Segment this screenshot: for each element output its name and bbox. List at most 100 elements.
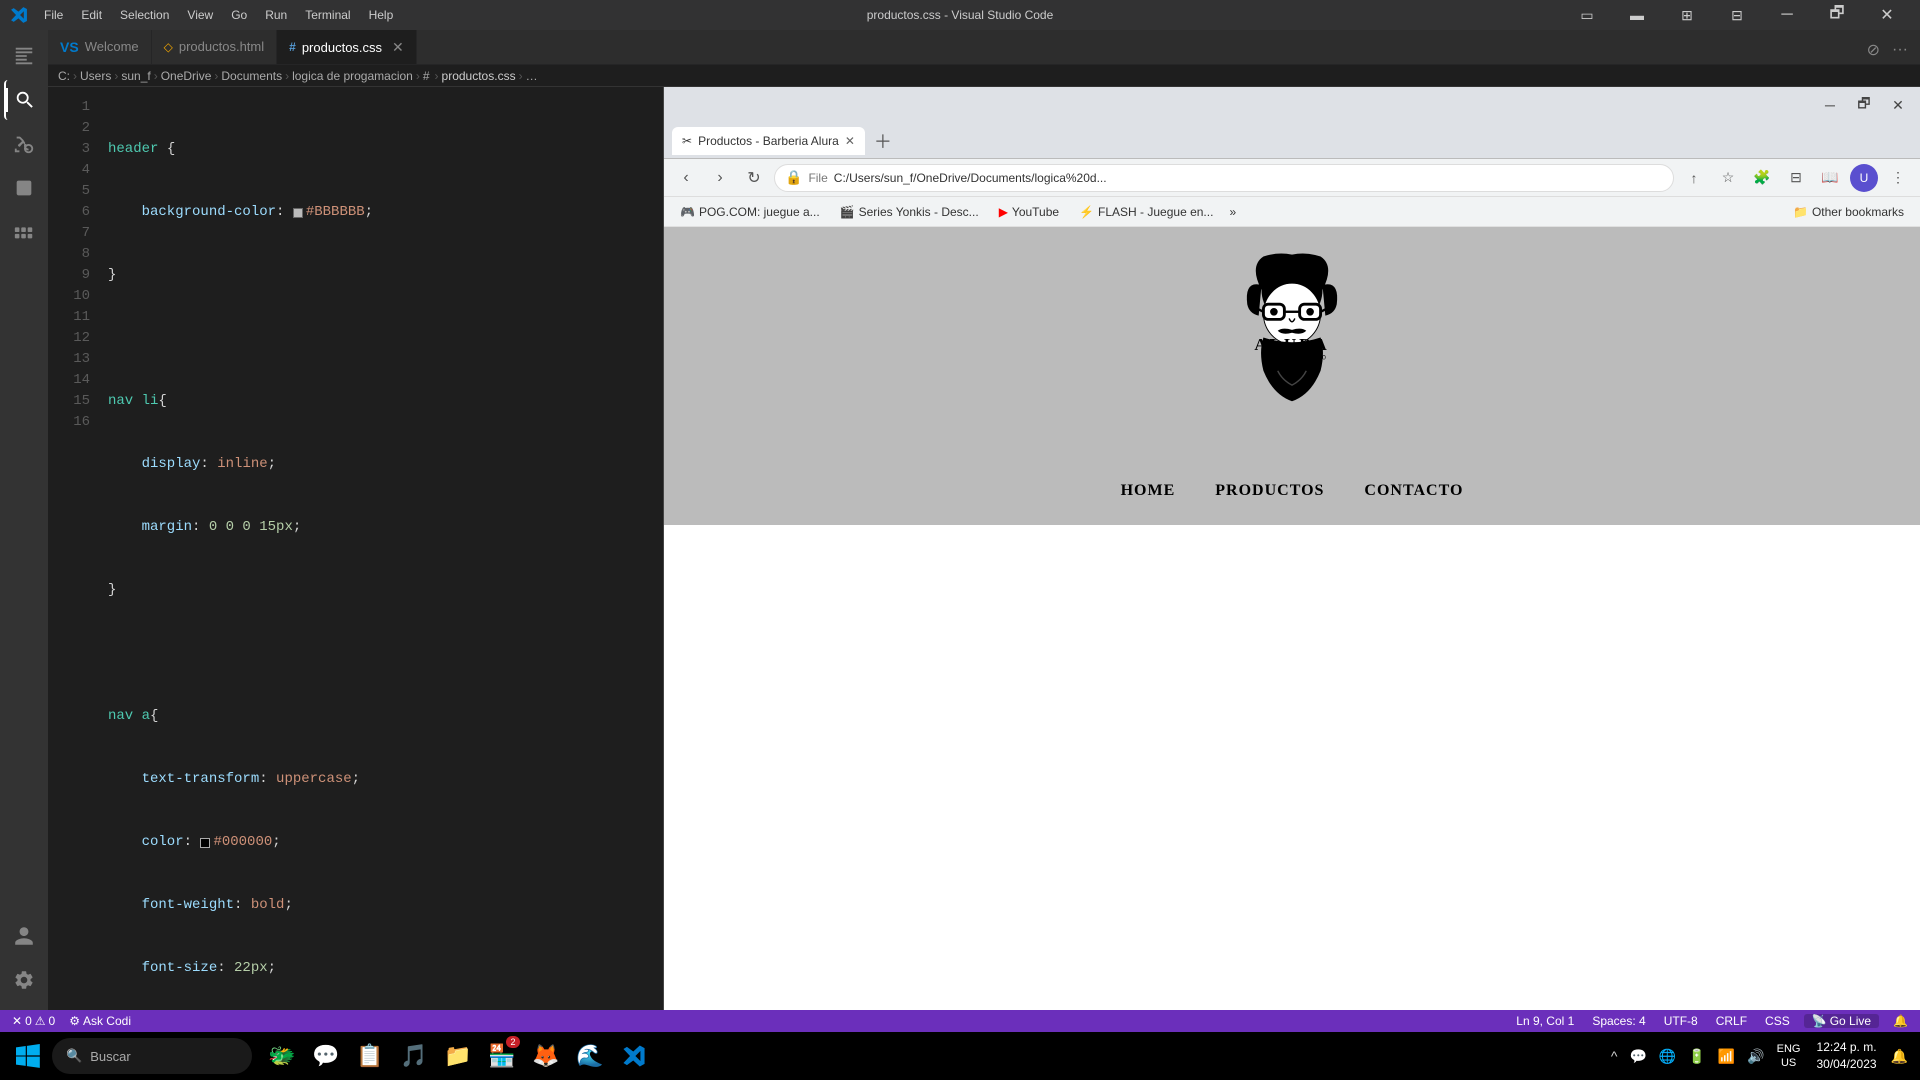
- menu-selection[interactable]: Selection: [112, 5, 177, 25]
- taskbar-files[interactable]: 📁: [436, 1034, 480, 1078]
- menu-go[interactable]: Go: [223, 5, 255, 25]
- layout4-button[interactable]: ⊟: [1714, 0, 1760, 30]
- tray-chat-icon[interactable]: 💬: [1625, 1044, 1650, 1069]
- bookmark-youtube-label: YouTube: [1012, 205, 1059, 219]
- browser-back-button[interactable]: ‹: [672, 164, 700, 192]
- bookmark-yonkis-favicon: 🎬: [840, 205, 855, 219]
- taskbar-store[interactable]: 🏪 2: [480, 1034, 524, 1078]
- bookmark-other-folder[interactable]: 📁 Other bookmarks: [1785, 203, 1912, 221]
- menu-help[interactable]: Help: [361, 5, 402, 25]
- browser-refresh-button[interactable]: ↻: [740, 164, 768, 192]
- taskbar-vscode[interactable]: [612, 1034, 656, 1078]
- browser-maximize-button[interactable]: 🗗: [1850, 94, 1878, 116]
- start-button[interactable]: [8, 1036, 48, 1076]
- activity-scm[interactable]: [4, 124, 44, 164]
- taskbar-firefox[interactable]: 🦊: [524, 1034, 568, 1078]
- menu-view[interactable]: View: [179, 5, 221, 25]
- browser-forward-button[interactable]: ›: [706, 164, 734, 192]
- browser-menu-button[interactable]: ⋮: [1884, 164, 1912, 192]
- bookmark-flash-label: FLASH - Juegue en...: [1098, 205, 1213, 219]
- bookmark-more-button[interactable]: »: [1225, 203, 1240, 221]
- activity-bar: [0, 30, 48, 1010]
- status-encoding[interactable]: UTF-8: [1660, 1014, 1702, 1028]
- tray-battery-icon[interactable]: 🔋: [1684, 1044, 1709, 1069]
- clock[interactable]: 12:24 p. m. 30/04/2023: [1809, 1039, 1885, 1073]
- status-errors[interactable]: ✕ 0 ⚠ 0: [8, 1014, 59, 1028]
- taskbar-media[interactable]: 🎵: [392, 1034, 436, 1078]
- layout3-button[interactable]: ⊞: [1664, 0, 1710, 30]
- activity-search[interactable]: [4, 80, 44, 120]
- taskbar-search[interactable]: 🔍 Buscar: [52, 1038, 252, 1074]
- tray-wifi-icon[interactable]: 📶: [1714, 1044, 1739, 1069]
- barber-logo: ALURA ESTD 2020: [1227, 247, 1357, 452]
- bookmark-yonkis[interactable]: 🎬 Series Yonkis - Desc...: [832, 203, 987, 221]
- browser-profile-avatar[interactable]: U: [1850, 164, 1878, 192]
- browser-new-tab-button[interactable]: ＋: [869, 127, 897, 155]
- menu-run[interactable]: Run: [257, 5, 295, 25]
- browser-reading-button[interactable]: 📖: [1816, 164, 1844, 192]
- tray-network-icon[interactable]: 🌐: [1655, 1044, 1680, 1069]
- more-actions-button[interactable]: ···: [1888, 37, 1912, 63]
- status-line-ending[interactable]: CRLF: [1712, 1014, 1751, 1028]
- status-language[interactable]: CSS: [1761, 1014, 1794, 1028]
- code-editor[interactable]: 1234 5678 9101112 13141516 header { back…: [48, 87, 663, 1010]
- restore-button[interactable]: 🗗: [1814, 0, 1860, 30]
- minimize-button[interactable]: ─: [1764, 0, 1810, 30]
- activity-debug[interactable]: [4, 168, 44, 208]
- browser-tab-productos[interactable]: ✂ Productos - Barberia Alura ✕: [672, 127, 865, 155]
- code-content[interactable]: header { background-color: #BBBBBB; } na…: [98, 87, 663, 1010]
- activity-extensions[interactable]: [4, 212, 44, 252]
- browser-tab-close-icon[interactable]: ✕: [845, 134, 855, 148]
- taskbar-edge[interactable]: 🌊: [568, 1034, 612, 1078]
- file-explorer-icon: 🐲: [268, 1043, 295, 1069]
- status-position[interactable]: Ln 9, Col 1: [1512, 1014, 1578, 1028]
- language-indicator[interactable]: ENGUS: [1771, 1042, 1807, 1071]
- activity-settings[interactable]: [4, 960, 44, 1000]
- status-golive[interactable]: 📡 Go Live: [1804, 1014, 1879, 1028]
- status-bell[interactable]: 🔔: [1889, 1014, 1912, 1028]
- language-label: CSS: [1765, 1014, 1790, 1028]
- tab-welcome[interactable]: VS Welcome: [48, 30, 152, 64]
- code-line-2: background-color: #BBBBBB;: [108, 202, 663, 223]
- bookmark-youtube[interactable]: ▶ YouTube: [991, 203, 1067, 221]
- menu-edit[interactable]: Edit: [73, 5, 110, 25]
- layout-button[interactable]: ▭: [1564, 0, 1610, 30]
- browser-close-button[interactable]: ✕: [1884, 94, 1912, 116]
- browser-share-button[interactable]: ↑: [1680, 164, 1708, 192]
- taskbar-notes[interactable]: 📋: [348, 1034, 392, 1078]
- bookmarks-bar: 🎮 POG.COM: juegue a... 🎬 Series Yonkis -…: [664, 197, 1920, 227]
- chat-icon: 💬: [312, 1043, 339, 1069]
- tab-productos-html[interactable]: ◇ productos.html: [152, 30, 278, 64]
- tab-close-icon[interactable]: ✕: [392, 39, 404, 56]
- address-bar[interactable]: 🔒 File C:/Users/sun_f/OneDrive/Documents…: [774, 164, 1674, 192]
- taskbar-chat[interactable]: 💬: [304, 1034, 348, 1078]
- tray-volume-icon[interactable]: 🔊: [1743, 1044, 1768, 1069]
- browser-minimize-button[interactable]: ─: [1816, 94, 1844, 116]
- browser-split-button[interactable]: ⊟: [1782, 164, 1810, 192]
- layout2-button[interactable]: ▬: [1614, 0, 1660, 30]
- bookmark-pog[interactable]: 🎮 POG.COM: juegue a...: [672, 203, 828, 221]
- encoding-label: UTF-8: [1664, 1014, 1698, 1028]
- browser-extensions-button[interactable]: 🧩: [1748, 164, 1776, 192]
- nav-home[interactable]: HOME: [1121, 482, 1176, 500]
- browser-navbar: ‹ › ↻ 🔒 File C:/Users/sun_f/OneDrive/Doc…: [664, 159, 1920, 197]
- taskbar-file-explorer[interactable]: 🐲: [260, 1034, 304, 1078]
- close-button[interactable]: ✕: [1864, 0, 1910, 30]
- menu-file[interactable]: File: [36, 5, 71, 25]
- activity-account[interactable]: [4, 916, 44, 956]
- status-spaces[interactable]: Spaces: 4: [1588, 1014, 1649, 1028]
- browser-star-button[interactable]: ☆: [1714, 164, 1742, 192]
- activity-explorer[interactable]: [4, 36, 44, 76]
- bookmark-flash[interactable]: ⚡ FLASH - Juegue en...: [1071, 203, 1221, 221]
- tray-up-arrow[interactable]: ^: [1607, 1044, 1622, 1068]
- code-line-3: }: [108, 265, 663, 286]
- tab-productos-css[interactable]: # productos.css ✕: [277, 30, 417, 64]
- broadcast-icon: 📡: [1812, 1014, 1827, 1028]
- notification-button[interactable]: 🔔: [1887, 1044, 1912, 1069]
- nav-productos[interactable]: PRODUCTOS: [1215, 482, 1324, 500]
- split-editor-button[interactable]: ⊘: [1863, 36, 1884, 64]
- menu-terminal[interactable]: Terminal: [297, 5, 358, 25]
- status-ask-codi[interactable]: ⚙ Ask Codi: [65, 1014, 135, 1028]
- bookmark-flash-favicon: ⚡: [1079, 205, 1094, 219]
- nav-contacto[interactable]: CONTACTO: [1364, 482, 1463, 500]
